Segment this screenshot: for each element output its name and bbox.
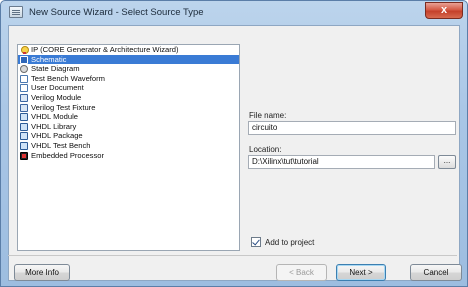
list-item-label: State Diagram: [31, 64, 80, 74]
list-item-label: IP (CORE Generator & Architecture Wizard…: [31, 45, 179, 54]
list-item-vhdl-library[interactable]: VHDL Library: [18, 122, 239, 132]
file-name-input[interactable]: circuito: [248, 121, 456, 135]
vhdl-icon: [20, 122, 28, 131]
file-name-label: File name:: [249, 111, 287, 120]
more-info-button[interactable]: More Info: [14, 264, 70, 281]
vhdl-icon: [20, 113, 28, 122]
verilog-icon: [20, 103, 28, 112]
button-divider: [8, 255, 457, 256]
list-item-vhdl-package[interactable]: VHDL Package: [18, 131, 239, 141]
state-diagram-icon: [20, 65, 28, 74]
list-item-verilog-test-fixture[interactable]: Verilog Test Fixture: [18, 103, 239, 113]
browse-button[interactable]: ...: [438, 155, 456, 169]
list-item-label: User Document: [31, 83, 84, 93]
waveform-icon: [20, 74, 28, 83]
add-to-project-checkbox[interactable]: [251, 237, 261, 247]
list-item-label: VHDL Library: [31, 121, 77, 131]
next-button[interactable]: Next >: [336, 264, 386, 281]
list-item-label: Embedded Processor: [31, 150, 105, 160]
list-item-label: VHDL Package: [31, 131, 83, 141]
list-item-vhdl-test-bench[interactable]: VHDL Test Bench: [18, 141, 239, 151]
list-item-label: Verilog Module: [31, 92, 82, 102]
location-input[interactable]: D:\Xilinx\tut\tutorial: [248, 155, 435, 169]
cancel-button[interactable]: Cancel: [410, 264, 462, 281]
dialog-body: IP (CORE Generator & Architecture Wizard…: [8, 25, 460, 281]
list-item-label: Schematic: [31, 54, 67, 64]
list-item-embedded-processor[interactable]: Embedded Processor: [18, 151, 239, 161]
list-item-user-document[interactable]: User Document: [18, 83, 239, 93]
list-item-label: VHDL Test Bench: [31, 140, 91, 150]
document-icon: [20, 84, 28, 93]
schematic-icon: [20, 55, 28, 64]
list-item-label: Verilog Test Fixture: [31, 102, 96, 112]
wizard-app-icon: [9, 6, 23, 18]
list-item-verilog-module[interactable]: Verilog Module: [18, 93, 239, 103]
list-item-vhdl-module[interactable]: VHDL Module: [18, 112, 239, 122]
wizard-window: New Source Wizard - Select Source Type x…: [0, 0, 468, 287]
list-item-schematic[interactable]: Schematic: [18, 54, 239, 65]
list-item-state-diagram[interactable]: State Diagram: [18, 64, 239, 74]
list-item-test-bench-waveform[interactable]: Test Bench Waveform: [18, 74, 239, 84]
add-to-project-label: Add to project: [265, 238, 315, 247]
vhdl-icon: [20, 132, 28, 141]
list-item-label: VHDL Module: [31, 112, 78, 122]
verilog-icon: [20, 93, 28, 102]
location-label: Location:: [249, 145, 282, 154]
close-button[interactable]: x: [425, 2, 463, 19]
list-item-ip-core[interactable]: IP (CORE Generator & Architecture Wizard…: [18, 45, 239, 55]
title-bar: New Source Wizard - Select Source Type x: [1, 1, 467, 25]
source-type-list[interactable]: IP (CORE Generator & Architecture Wizard…: [17, 44, 240, 251]
bulb-icon: [20, 46, 29, 54]
vhdl-icon: [20, 141, 28, 150]
processor-icon: [20, 151, 28, 160]
list-item-label: Test Bench Waveform: [31, 73, 105, 83]
back-button[interactable]: < Back: [276, 264, 327, 281]
window-title: New Source Wizard - Select Source Type: [29, 7, 204, 18]
